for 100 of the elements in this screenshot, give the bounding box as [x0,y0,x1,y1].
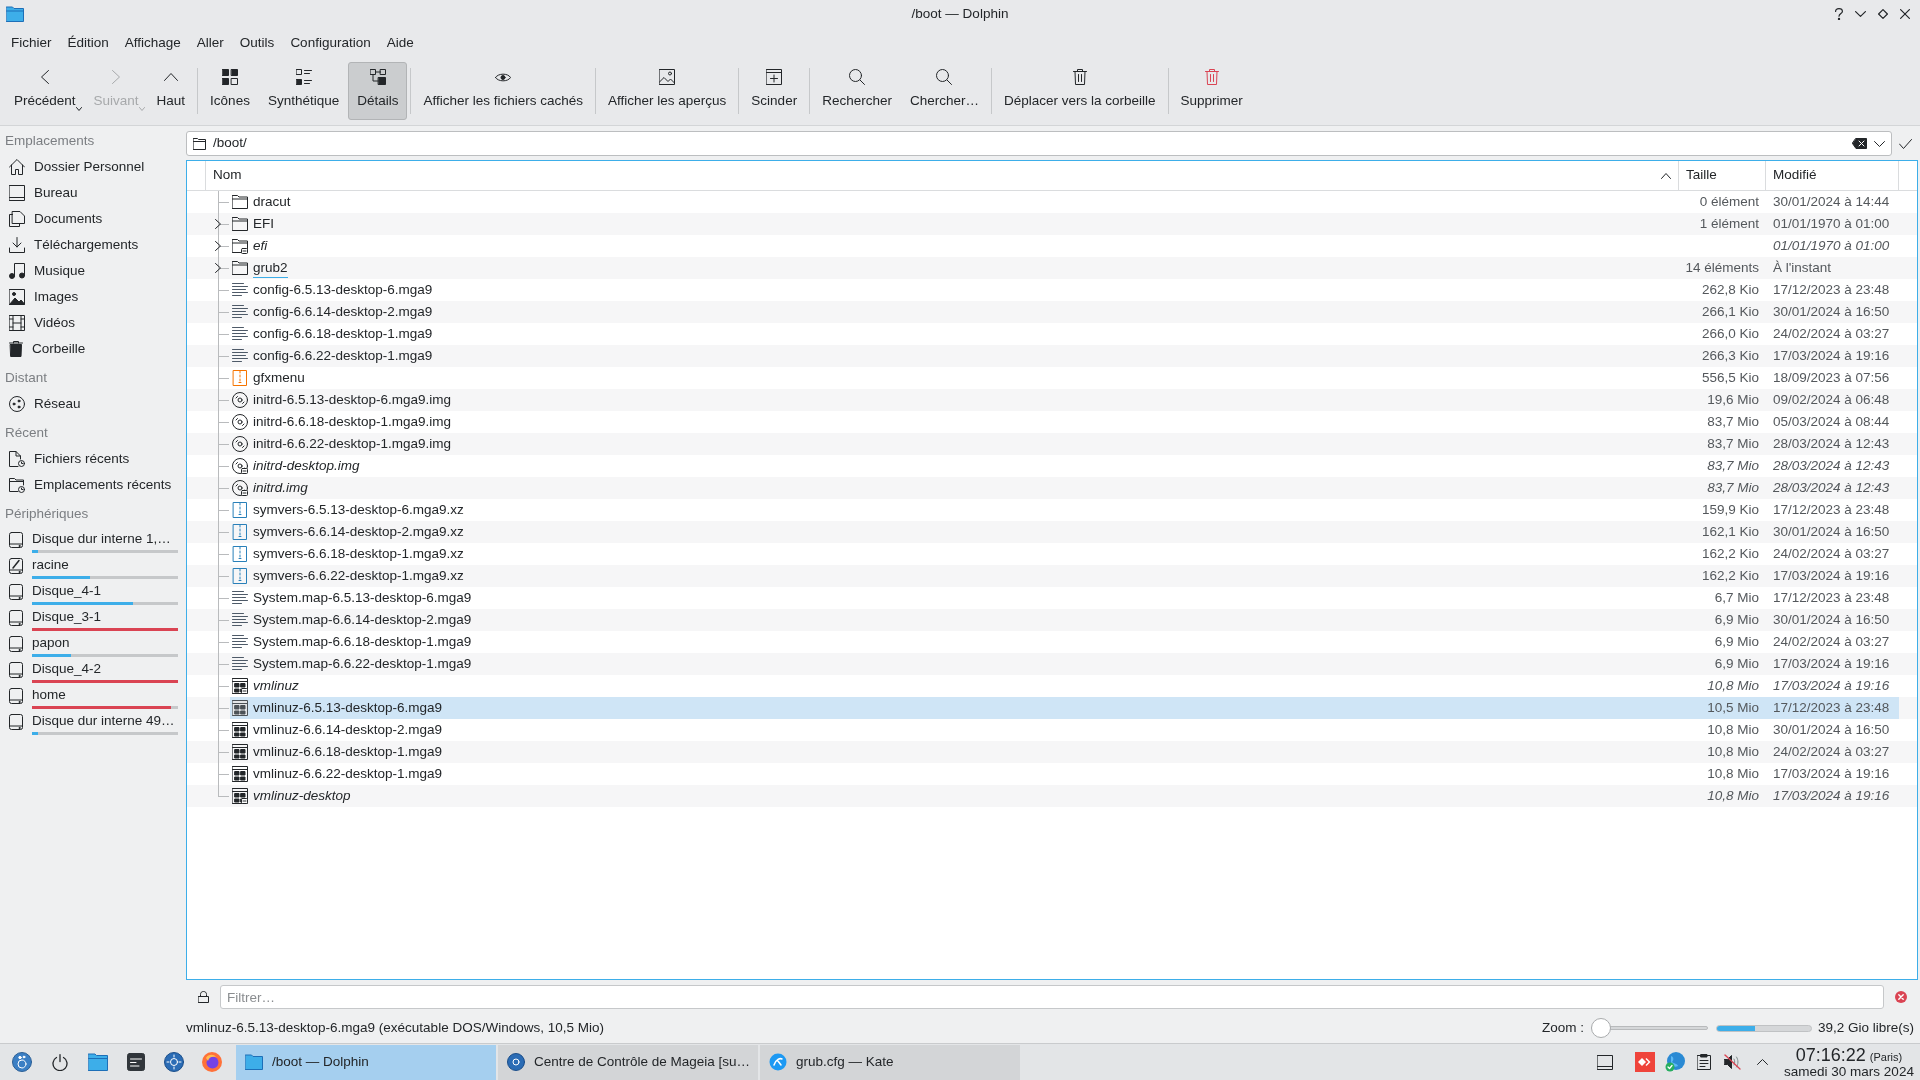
details-view-icon [369,69,386,86]
file-row[interactable]: System.map-6.6.22-desktop-1.mga9 6,9 Mio 17/03/2024 à 19:16 [187,653,1917,675]
clipboard-icon[interactable] [1697,1054,1711,1070]
section-heading: Récent [5,423,48,442]
file-size: 14 éléments [1685,258,1759,277]
file-date: 24/02/2024 à 03:27 [1773,632,1890,651]
file-row[interactable]: symvers-6.6.22-desktop-1.mga9.xz 162,2 Kio 17/03/2024 à 19:16 [187,565,1917,587]
file-row[interactable]: vmlinuz-6.6.18-desktop-1.mga9 10,8 Mio 24/02/2024 à 03:27 [187,741,1917,763]
device-item[interactable]: racine [0,553,182,579]
gear-icon [507,1053,525,1071]
chevron-left-icon [40,70,49,85]
file-row[interactable]: config-6.6.14-desktop-2.mga9 266,1 Kio 30/01/2024 à 16:50 [187,301,1917,323]
sidebar-item[interactable]: Musique [0,258,182,284]
minimize-icon[interactable] [1855,11,1866,17]
toolbar-button[interactable]: Précédent [5,61,85,120]
browser-icon[interactable] [202,1052,222,1072]
file-row[interactable]: grub2 14 éléments À l'instant [187,257,1917,279]
folder-icon[interactable] [88,1053,108,1071]
clock[interactable]: 07:16:22 (Paris) samedi 30 mars 2024 [1782,1045,1916,1079]
clear-icon[interactable] [1852,138,1867,149]
menu-item[interactable]: Affichage [116,29,189,57]
expander-icon[interactable] [215,263,221,273]
task-button[interactable]: /boot — Dolphin [236,1044,496,1080]
gear-icon[interactable] [164,1052,184,1072]
desktop-icon[interactable] [1597,1054,1613,1070]
app-launcher-icon[interactable] [12,1052,32,1072]
terminal-icon[interactable] [127,1053,145,1071]
file-row[interactable]: initrd.img 83,7 Mio 28/03/2024 à 12:43 [187,477,1917,499]
menu-item[interactable]: Édition [59,29,117,57]
device-item[interactable]: Disque_4-2 [0,657,182,683]
muted-speaker-icon[interactable] [1724,1054,1741,1070]
location-field[interactable]: /boot/ [186,131,1892,156]
caret-up-icon[interactable] [1757,1059,1768,1065]
toolbar-button[interactable]: Afficher les fichiers cachés [414,61,593,120]
device-item[interactable]: Disque dur interne 1,… [0,527,182,553]
hard-drive-icon [9,636,23,652]
slider-thumb[interactable] [1590,1018,1611,1038]
toolbar-button[interactable]: Haut [147,61,195,120]
column-header[interactable]: Modifié [1766,161,1899,190]
file-row[interactable]: config-6.6.22-desktop-1.mga9 266,3 Kio 17/03/2024 à 19:16 [187,345,1917,367]
sidebar-item[interactable]: Documents [0,206,182,232]
file-row[interactable]: vmlinuz-6.5.13-desktop-6.mga9 10,5 Mio 17/12/2023 à 23:48 [187,697,1917,719]
globe-check-icon[interactable] [1665,1052,1685,1072]
list-icon [295,69,312,86]
sidebar-item[interactable]: Bureau [0,180,182,206]
file-date: 17/12/2023 à 23:48 [1773,698,1890,717]
file-row[interactable]: System.map-6.6.14-desktop-2.mga9 6,9 Mio 30/01/2024 à 16:50 [187,609,1917,631]
file-row[interactable]: EFI 1 élément 01/01/1970 à 01:00 [187,213,1917,235]
toolbar-button[interactable]: Déplacer vers la corbeille [994,61,1165,120]
menu-item[interactable]: Outils [231,29,283,57]
power-icon[interactable] [52,1053,68,1071]
file-row[interactable]: initrd-6.5.13-desktop-6.mga9.img 19,6 Mio 09/02/2024 à 06:48 [187,389,1917,411]
column-header[interactable]: Taille [1679,161,1766,190]
device-item[interactable]: Disque dur interne 49… [0,709,182,735]
sidebar-item[interactable]: Réseau [0,391,182,417]
sidebar-item[interactable]: Corbeille [0,336,182,362]
file-row[interactable]: initrd-6.6.22-desktop-1.mga9.img 83,7 Mio 28/03/2024 à 12:43 [187,433,1917,455]
toolbar-button[interactable]: Supprimer [1171,61,1252,120]
file-date: 17/03/2024 à 19:16 [1773,346,1890,365]
folder-icon [6,6,24,22]
filter-field[interactable]: Filtrer… [220,985,1884,1009]
toolbar-button[interactable]: Scinder [742,61,807,120]
toolbar-button[interactable]: Icônes [201,61,259,120]
expander-icon[interactable] [215,241,221,251]
sidebar-item[interactable]: Emplacements récents [0,472,182,498]
trash-icon [9,341,23,357]
sidebar-item[interactable]: Images [0,284,182,310]
toolbar-button[interactable]: Détails [348,61,408,120]
file-size: 83,7 Mio [1707,434,1759,453]
check-icon[interactable] [1898,138,1912,149]
file-name: System.map-6.6.14-desktop-2.mga9 [253,610,472,629]
menu-item[interactable]: Aller [188,29,232,57]
toolbar-button[interactable]: Chercher… [900,61,988,120]
file-name: config-6.6.14-desktop-2.mga9 [253,302,433,321]
help-icon[interactable] [1835,8,1843,20]
sidebar-item[interactable]: Fichiers récents [0,446,182,472]
device-item[interactable]: papon [0,631,182,657]
toolbar-button[interactable]: Afficher les aperçus [599,61,736,120]
toolbar-button[interactable]: Rechercher [813,61,901,120]
close-icon[interactable] [1900,9,1910,19]
task-button[interactable]: Centre de Contrôle de Mageia [su… [498,1044,758,1080]
task-button[interactable]: grub.cfg — Kate [760,1044,1020,1080]
sidebar-item[interactable]: Vidéos [0,310,182,336]
device-item[interactable]: Disque_3-1 [0,605,182,631]
maximize-icon[interactable] [1878,9,1888,19]
file-row[interactable]: symvers-6.6.14-desktop-2.mga9.xz 162,1 Kio 30/01/2024 à 16:50 [187,521,1917,543]
file-row[interactable]: vmlinuz-desktop 10,8 Mio 17/03/2024 à 19:16 [187,785,1917,807]
expander-icon[interactable] [215,219,221,229]
sidebar-item[interactable]: Dossier Personnel [0,154,182,180]
column-header[interactable]: Nom [206,161,1679,190]
zoom-slider[interactable] [1590,1018,1708,1038]
menu-item[interactable]: Aide [378,29,422,57]
menu-item[interactable]: Fichier [3,29,60,57]
device-item[interactable]: home [0,683,182,709]
file-date: 17/03/2024 à 19:16 [1773,786,1890,805]
menu-item[interactable]: Configuration [282,29,379,57]
sidebar-item[interactable]: Téléchargements [0,232,182,258]
device-item[interactable]: Disque_4-1 [0,579,182,605]
file-size: 162,2 Kio [1701,544,1759,563]
toolbar-button[interactable]: Synthétique [258,61,349,120]
